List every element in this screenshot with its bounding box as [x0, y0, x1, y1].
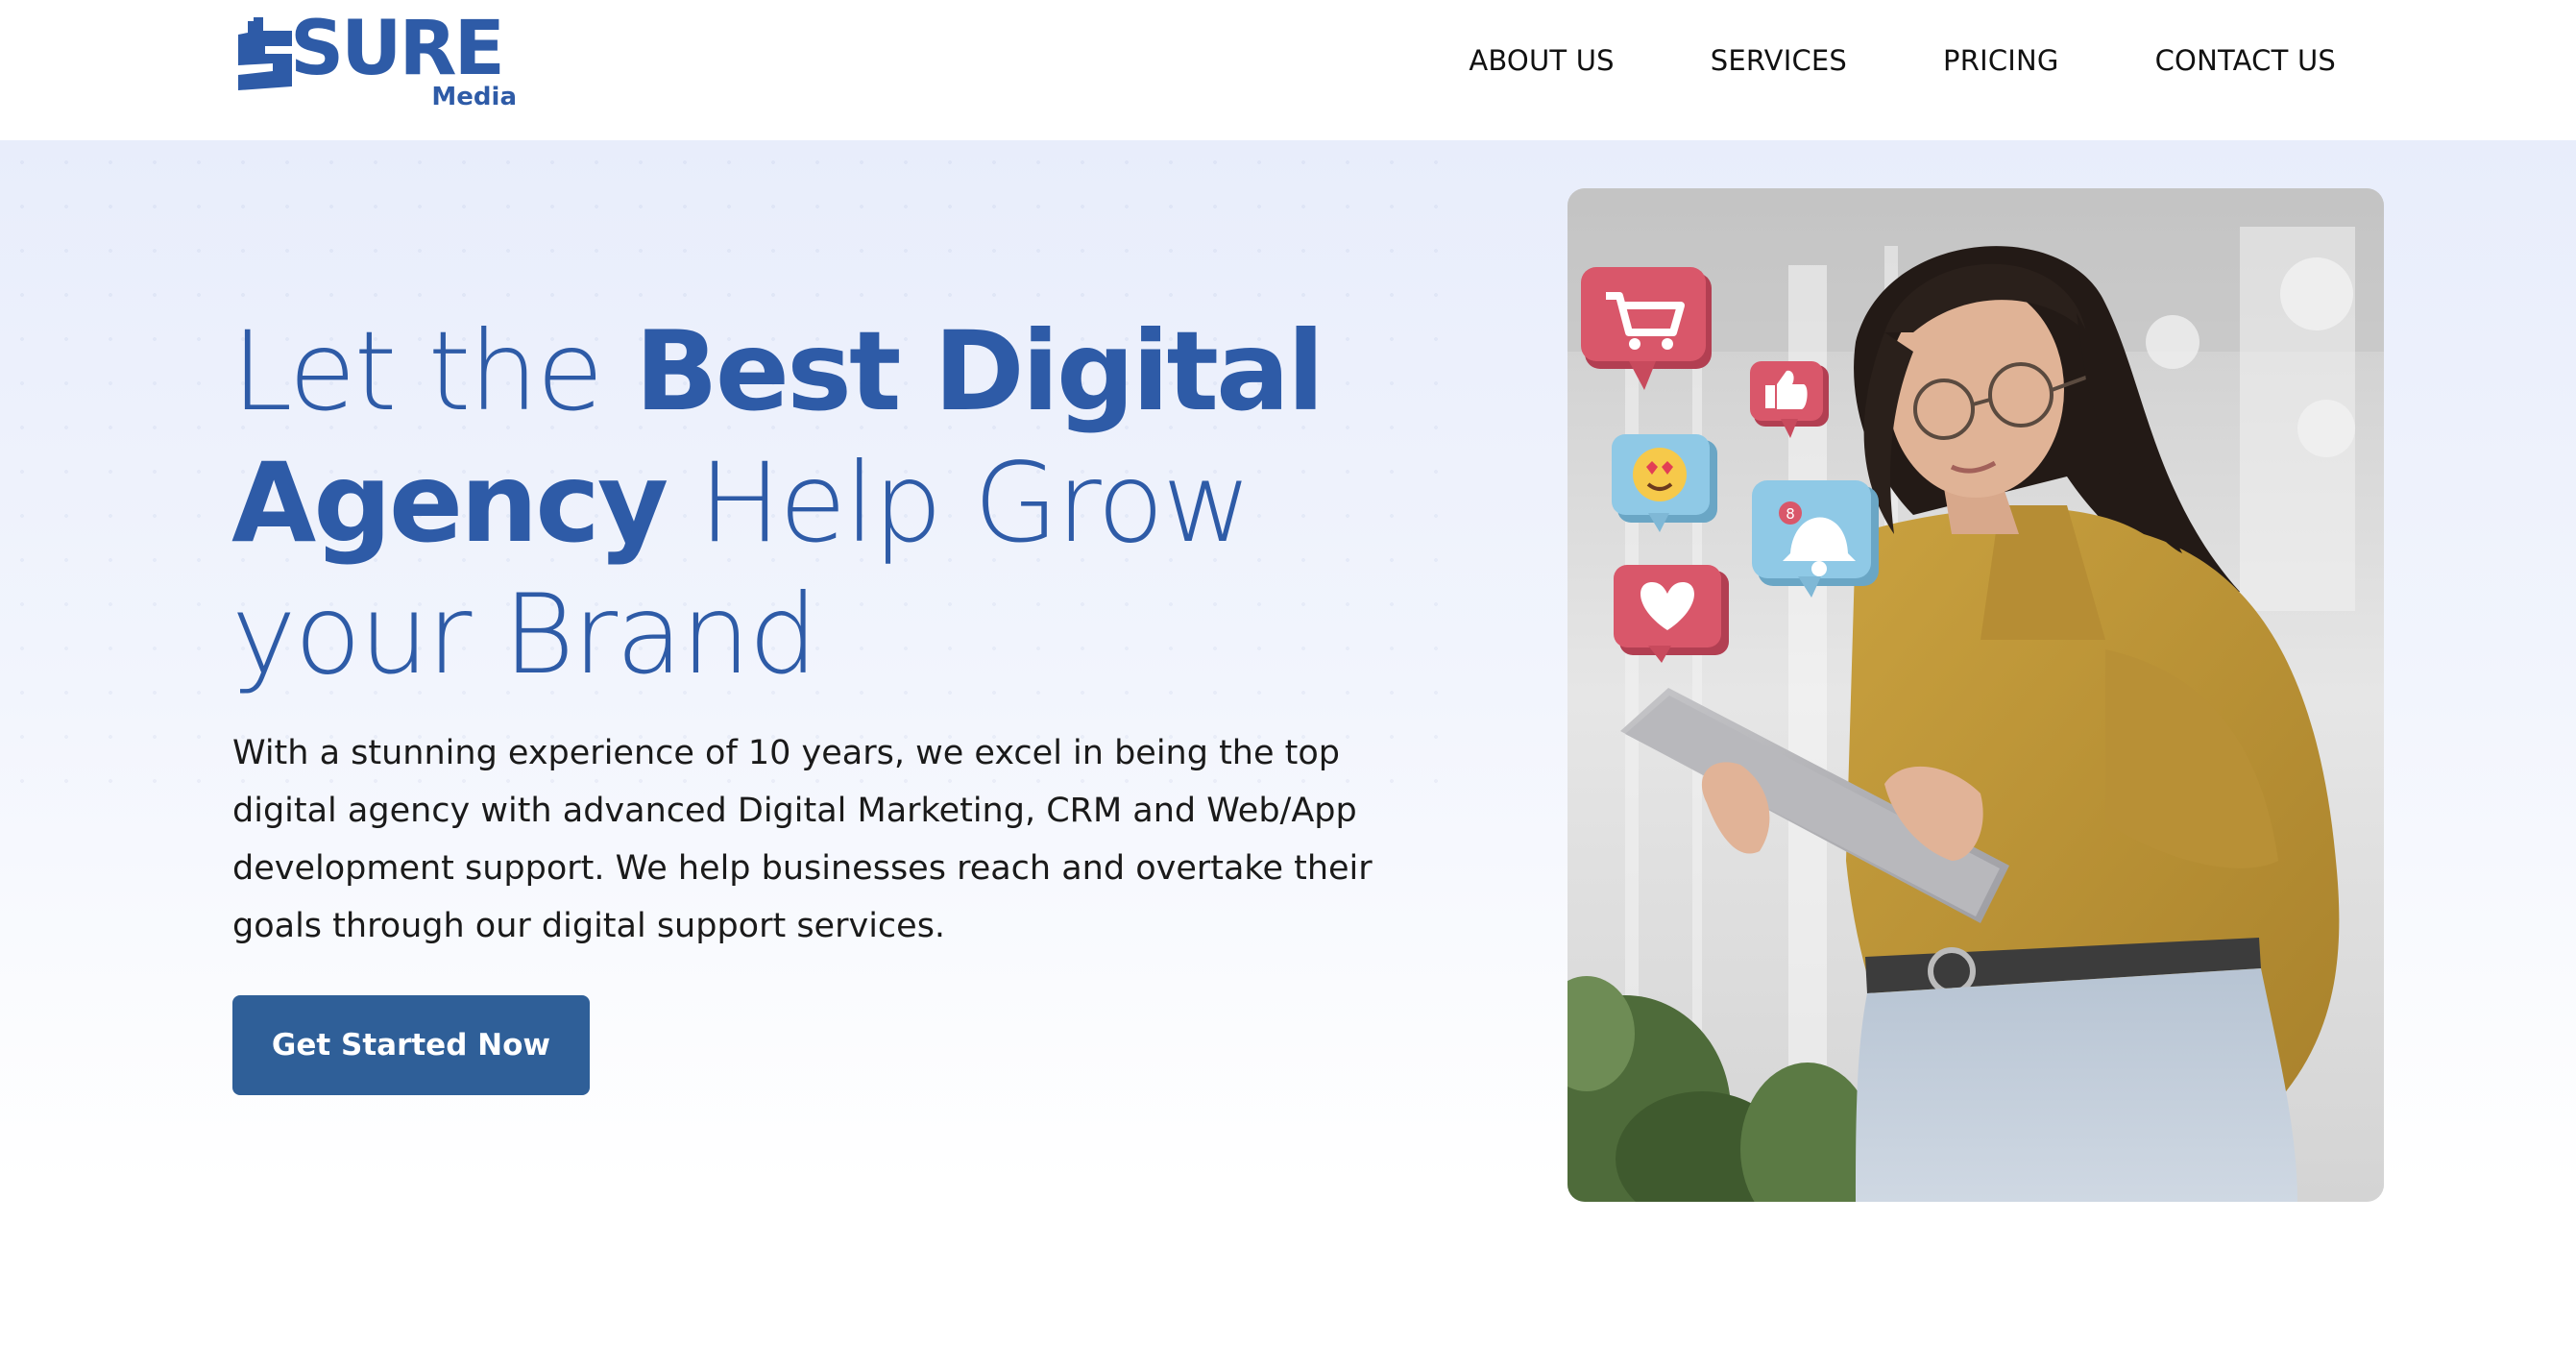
logo[interactable]: SURE Media [234, 12, 522, 113]
hero-title-part3: your Brand [231, 571, 818, 698]
hero-section: Let the Best Digital Agency Help Grow your… [0, 140, 2576, 1368]
get-started-button[interactable]: Get Started Now [232, 995, 590, 1095]
heart-icon [1614, 565, 1729, 663]
hero-title-part1: Let the [231, 307, 635, 435]
logo-subtitle: Media [431, 83, 517, 111]
hero-title-part2: Help Grow [666, 439, 1252, 567]
logo-wordmark: SURE [290, 6, 505, 92]
bell-icon: 8 [1752, 480, 1879, 598]
heart-eyes-emoji-icon [1612, 434, 1717, 532]
nav-about-us[interactable]: ABOUT US [1469, 44, 1614, 77]
main-nav: ABOUT US SERVICES PRICING CONTACT US [1469, 44, 2336, 77]
hero-image: 8 [1567, 188, 2384, 1202]
notification-count: 8 [1786, 505, 1795, 523]
nav-services[interactable]: SERVICES [1711, 44, 1847, 77]
hero-title-bold1: Best Digital [634, 307, 1324, 435]
hero-description: With a stunning experience of 10 years, … [232, 734, 1373, 945]
hero-title-bold2: Agency [231, 439, 668, 567]
nav-contact-us[interactable]: CONTACT US [2155, 44, 2336, 77]
nav-pricing[interactable]: PRICING [1943, 44, 2059, 77]
site-header: SURE Media ABOUT US SERVICES PRICING CON… [0, 0, 2576, 140]
hero-title: Let the Best Digital Agency Help Grow your… [231, 305, 1480, 700]
